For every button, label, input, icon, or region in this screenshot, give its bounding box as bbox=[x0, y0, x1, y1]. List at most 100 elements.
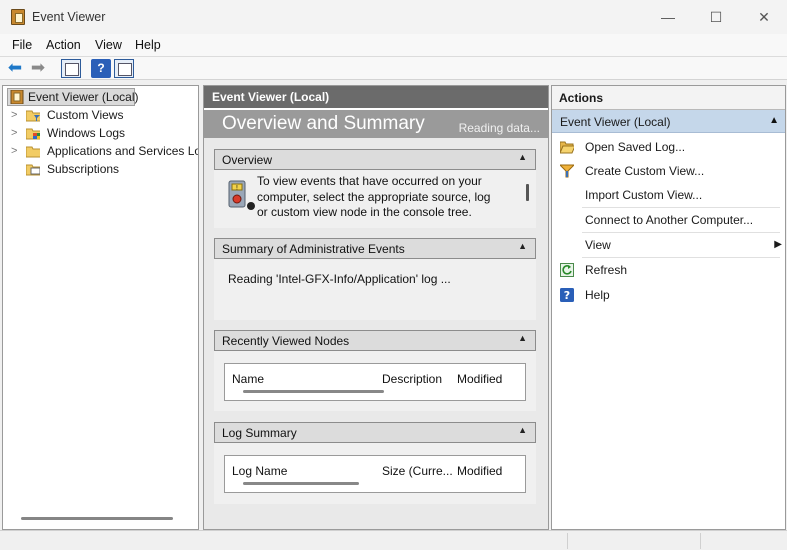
svg-text:!: ! bbox=[236, 185, 238, 192]
center-content: Overview ▲ ! To view events that have oc… bbox=[204, 138, 548, 529]
tree-label: Windows Logs bbox=[47, 126, 126, 140]
tree-label: Event Viewer (Local) bbox=[28, 90, 139, 104]
overview-text: To view events that have occurred on you… bbox=[257, 174, 490, 221]
folder-filter-icon bbox=[26, 110, 40, 122]
section-title: Overview bbox=[222, 153, 273, 167]
forward-arrow-icon[interactable]: ➡ bbox=[28, 59, 48, 78]
actions-pane-title: Actions bbox=[552, 86, 785, 110]
action-view[interactable]: View ▶ bbox=[552, 233, 782, 257]
horizontal-scrollbar[interactable] bbox=[243, 482, 359, 485]
overview-section-body: ! To view events that have occurred on y… bbox=[214, 170, 536, 228]
submenu-arrow-icon: ▶ bbox=[774, 239, 782, 250]
action-label: View bbox=[585, 238, 611, 252]
chevron-right-icon[interactable]: > bbox=[11, 106, 17, 124]
action-open-saved-log[interactable]: Open Saved Log... bbox=[552, 135, 782, 159]
horizontal-scrollbar[interactable] bbox=[21, 517, 173, 520]
section-title: Summary of Administrative Events bbox=[222, 242, 405, 256]
help-icon[interactable]: ? bbox=[91, 59, 111, 78]
show-hide-console-tree-icon[interactable] bbox=[61, 59, 81, 78]
chevron-right-icon[interactable]: > bbox=[11, 124, 17, 142]
action-label: Create Custom View... bbox=[585, 164, 705, 178]
event-log-info-icon: ! bbox=[228, 180, 255, 210]
window-title: Event Viewer bbox=[32, 10, 106, 24]
filter-icon bbox=[560, 164, 574, 178]
tree-root-event-viewer-local[interactable]: Event Viewer (Local) bbox=[7, 88, 139, 106]
subscriptions-icon bbox=[26, 164, 40, 176]
recent-nodes-section-body: Name Description Modified bbox=[214, 351, 536, 411]
column-header-log-name[interactable]: Log Name bbox=[232, 464, 287, 478]
event-viewer-icon bbox=[10, 90, 24, 104]
svg-text:?: ? bbox=[564, 289, 570, 302]
refresh-icon bbox=[560, 263, 574, 277]
open-folder-icon bbox=[560, 141, 574, 154]
action-connect-to-another-computer[interactable]: Connect to Another Computer... bbox=[552, 208, 782, 232]
action-import-custom-view[interactable]: Import Custom View... bbox=[552, 183, 782, 207]
menu-action[interactable]: Action bbox=[46, 38, 81, 52]
action-label: Refresh bbox=[585, 263, 628, 277]
folder-logs-icon bbox=[26, 128, 40, 140]
tree-item-applications-and-services-logs[interactable]: > Applications and Services Logs bbox=[3, 142, 199, 160]
event-viewer-app-icon bbox=[11, 9, 25, 25]
log-summary-table: Log Name Size (Curre... Modified bbox=[224, 455, 526, 493]
column-header-modified[interactable]: Modified bbox=[457, 464, 502, 478]
back-arrow-icon[interactable]: ⬅ bbox=[5, 59, 25, 78]
banner-title: Overview and Summary bbox=[222, 113, 425, 134]
collapse-caret-icon[interactable]: ▲ bbox=[518, 152, 527, 162]
tree-label: Subscriptions bbox=[47, 162, 120, 176]
horizontal-scrollbar[interactable] bbox=[243, 390, 384, 393]
column-header-size[interactable]: Size (Curre... bbox=[382, 464, 453, 478]
tree-label: Applications and Services Logs bbox=[47, 144, 199, 158]
help-icon: ? bbox=[560, 288, 574, 302]
overview-section-header[interactable]: Overview ▲ bbox=[214, 149, 536, 170]
minimize-button[interactable]: — bbox=[645, 0, 691, 34]
menu-file[interactable]: File bbox=[12, 38, 32, 52]
vertical-scrollbar[interactable] bbox=[526, 184, 529, 201]
status-divider bbox=[567, 533, 568, 549]
show-hide-action-pane-icon[interactable] bbox=[114, 59, 134, 78]
section-title: Recently Viewed Nodes bbox=[222, 334, 350, 348]
collapse-caret-icon[interactable]: ▲ bbox=[518, 241, 527, 251]
overview-text-line: computer, select the appropriate source,… bbox=[257, 189, 491, 204]
folder-icon bbox=[26, 146, 40, 158]
action-label: Connect to Another Computer... bbox=[585, 213, 754, 227]
title-bar: Event Viewer — ☐ ✕ bbox=[0, 0, 787, 34]
collapse-caret-icon[interactable]: ▲ bbox=[769, 115, 779, 126]
chevron-right-icon[interactable]: > bbox=[11, 142, 17, 160]
actions-pane: Actions Event Viewer (Local) ▲ Open Save… bbox=[551, 85, 786, 530]
menu-bar: File Action View Help bbox=[0, 34, 787, 56]
center-pane-header: Event Viewer (Local) bbox=[204, 86, 548, 108]
collapse-caret-icon[interactable]: ▲ bbox=[518, 425, 527, 435]
status-divider bbox=[700, 533, 701, 549]
close-button[interactable]: ✕ bbox=[741, 0, 787, 34]
column-header-name[interactable]: Name bbox=[232, 372, 264, 386]
column-header-modified[interactable]: Modified bbox=[457, 372, 502, 386]
collapse-caret-icon[interactable]: ▲ bbox=[518, 333, 527, 343]
action-create-custom-view[interactable]: Create Custom View... bbox=[552, 159, 782, 183]
recent-nodes-section-header[interactable]: Recently Viewed Nodes ▲ bbox=[214, 330, 536, 351]
action-label: Import Custom View... bbox=[585, 188, 703, 202]
overview-banner: Overview and Summary Reading data... bbox=[204, 110, 548, 138]
log-summary-section-body: Log Name Size (Curre... Modified bbox=[214, 443, 536, 504]
log-summary-section-header[interactable]: Log Summary ▲ bbox=[214, 422, 536, 443]
tree-item-custom-views[interactable]: > Custom Views bbox=[3, 106, 198, 124]
center-pane: Event Viewer (Local) Overview and Summar… bbox=[203, 85, 549, 530]
overview-text-line: or custom view node in the console tree. bbox=[257, 205, 472, 219]
maximize-button[interactable]: ☐ bbox=[693, 0, 739, 34]
tree-label: Custom Views bbox=[47, 108, 124, 122]
tree-item-windows-logs[interactable]: > Windows Logs bbox=[3, 124, 198, 142]
action-label: Open Saved Log... bbox=[585, 140, 686, 154]
status-bar bbox=[0, 530, 787, 550]
menu-help[interactable]: Help bbox=[135, 38, 161, 52]
summary-status-text: Reading 'Intel-GFX-Info/Application' log… bbox=[228, 272, 451, 286]
actions-group-label: Event Viewer (Local) bbox=[560, 115, 671, 129]
menu-view[interactable]: View bbox=[95, 38, 122, 52]
banner-status: Reading data... bbox=[458, 121, 540, 135]
summary-section-header[interactable]: Summary of Administrative Events ▲ bbox=[214, 238, 536, 259]
actions-group-header[interactable]: Event Viewer (Local) ▲ bbox=[552, 110, 785, 133]
tree-item-subscriptions[interactable]: Subscriptions bbox=[3, 160, 198, 178]
column-header-description[interactable]: Description bbox=[382, 372, 442, 386]
action-label: Help bbox=[585, 288, 610, 302]
console-tree: Event Viewer (Local) > Custom Views > Wi… bbox=[2, 85, 199, 530]
action-help[interactable]: ? Help bbox=[552, 283, 782, 307]
action-refresh[interactable]: Refresh bbox=[552, 258, 782, 282]
